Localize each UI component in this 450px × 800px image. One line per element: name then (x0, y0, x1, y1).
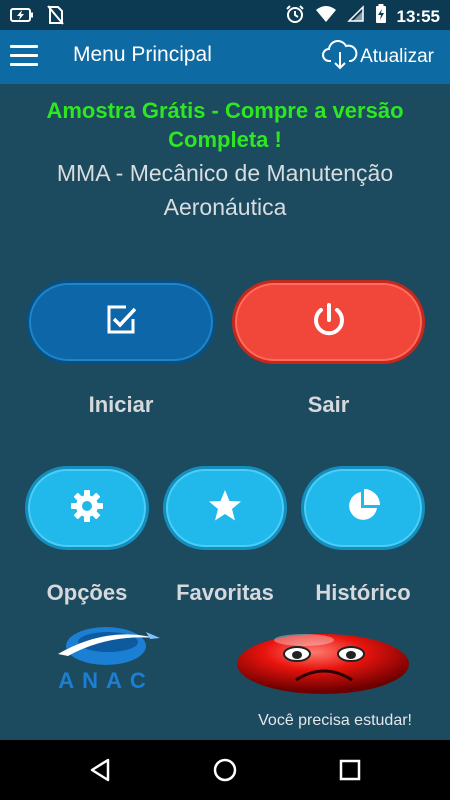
gear-icon (69, 488, 105, 529)
history-label: Histórico (315, 580, 411, 605)
exam-title-line1: MMA - Mecânico de Manutenção (56, 160, 394, 186)
power-icon (309, 300, 349, 345)
battery-charging-icon (10, 5, 34, 30)
page-title: Menu Principal (73, 43, 212, 66)
history-button[interactable] (301, 466, 425, 550)
exit-label: Sair (307, 392, 350, 417)
promo-text-line1[interactable]: Amostra Grátis - Compre a versão (0, 96, 450, 125)
promo-text-line2[interactable]: Completa ! (0, 125, 450, 154)
alarm-icon (285, 4, 305, 29)
sad-face-icon (234, 628, 412, 696)
favorites-label: Favoritas (176, 580, 274, 605)
favorites-button[interactable] (163, 466, 287, 550)
exam-title-line2: Aeronáutica (163, 194, 287, 220)
study-message: Você precisa estudar! (258, 712, 412, 729)
navigation-bar (0, 740, 450, 800)
start-label: Iniciar (88, 392, 154, 417)
options-label: Opções (46, 580, 128, 605)
app-bar: Menu Principal Atualizar (0, 30, 450, 84)
back-icon[interactable] (86, 756, 114, 784)
signal-icon (346, 5, 365, 28)
anac-logo-text: ANAC (58, 668, 154, 693)
update-label: Atualizar (360, 46, 434, 67)
status-time: 13:55 (396, 6, 440, 26)
exit-button[interactable] (232, 280, 425, 364)
status-bar: 13:55 (0, 0, 450, 30)
update-button[interactable]: Atualizar (322, 40, 434, 74)
start-button[interactable] (26, 280, 216, 364)
pie-chart-icon (344, 487, 382, 530)
header-banner: Amostra Grátis - Compre a versão Complet… (0, 96, 450, 222)
no-sim-icon (46, 5, 64, 30)
menu-icon[interactable] (10, 45, 38, 69)
anac-logo: ANAC (28, 624, 184, 694)
checkbox-icon (104, 303, 138, 342)
battery-icon (375, 4, 387, 29)
home-icon[interactable] (211, 756, 239, 784)
cloud-download-icon (322, 38, 358, 76)
options-button[interactable] (25, 466, 149, 550)
recents-icon[interactable] (336, 756, 364, 784)
wifi-icon (315, 5, 337, 28)
star-icon (207, 488, 243, 529)
